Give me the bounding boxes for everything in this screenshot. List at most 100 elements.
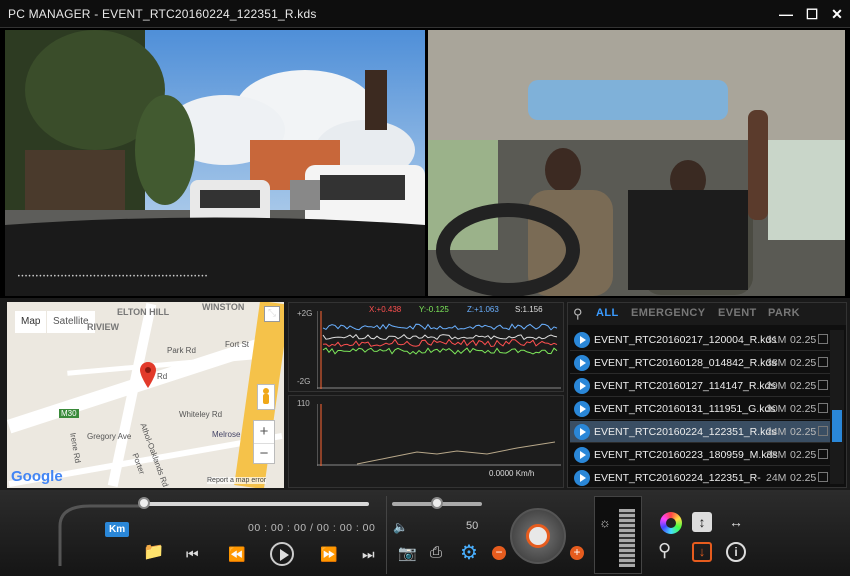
playback-slider-knob[interactable] <box>138 497 150 509</box>
skip-back-icon[interactable]: ⏮ <box>186 546 199 563</box>
minimize-icon[interactable]: — <box>777 5 795 23</box>
brightness-icon: ☼ <box>599 515 611 530</box>
file-row[interactable]: EVENT_RTC20160127_114147_R.kds 29M 02.25 <box>570 375 830 397</box>
file-checkbox[interactable] <box>818 357 828 367</box>
magnify-icon[interactable]: ⚲ <box>658 540 671 561</box>
map-label-riview: RIVIEW <box>87 322 120 332</box>
settings-gear-icon[interactable]: ⚙ <box>460 540 478 565</box>
cabin-camera-view[interactable] <box>428 30 845 296</box>
file-size: 24M <box>766 426 787 438</box>
report-map-error-link[interactable]: Report a map error <box>207 477 267 484</box>
map-label-winston: WINSTON <box>202 302 245 312</box>
map-label-park-rd: Park Rd <box>167 346 196 355</box>
file-row[interactable]: EVENT_RTC20160131_111951_G.kds 30M 02.25 <box>570 398 830 420</box>
file-row[interactable]: EVENT_RTC20160224_122351_R- 24M 02.25 <box>570 467 830 487</box>
file-row[interactable]: EVENT_RTC20160128_014842_R.kds 38M 02.25 <box>570 352 830 374</box>
file-size: 30M <box>766 403 787 415</box>
file-size: 38M <box>766 449 787 461</box>
tab-park[interactable]: PARK <box>768 307 800 319</box>
svg-text:••••••••••••••••••••••••••••••: ••••••••••••••••••••••••••••••••••••••••… <box>17 273 208 280</box>
brightness-panel: ☼ <box>594 496 642 574</box>
map-label-melrose: Melrose <box>212 430 241 439</box>
file-row[interactable]: EVENT_RTC20160224_122351_R.kds 24M 02.25 <box>570 421 830 443</box>
play-file-icon[interactable] <box>574 447 590 463</box>
file-checkbox[interactable] <box>818 472 828 482</box>
open-folder-icon[interactable]: 📁 <box>143 542 164 562</box>
play-file-icon[interactable] <box>574 401 590 417</box>
tab-emergency[interactable]: EMERGENCY <box>631 307 706 319</box>
map-label-rd: Rd <box>157 372 168 381</box>
map-zoom-in-button[interactable]: + <box>254 421 274 443</box>
maximize-icon[interactable]: ☐ <box>803 5 821 23</box>
zoom-in-dial-icon[interactable]: + <box>570 546 584 560</box>
file-name: EVENT_RTC20160224_122351_R.kds <box>594 426 777 438</box>
map-tab-map[interactable]: Map <box>15 311 47 333</box>
expand-icon[interactable]: ⤡ <box>264 306 280 322</box>
file-date: 02.25 <box>790 334 817 346</box>
play-file-icon[interactable] <box>574 424 590 440</box>
play-button[interactable] <box>270 542 294 566</box>
file-name: EVENT_RTC20160127_114147_R.kds <box>594 380 776 392</box>
file-row[interactable]: EVENT_RTC20160223_180959_M.kds 38M 02.25 <box>570 444 830 466</box>
printer-icon[interactable]: ⎙ <box>430 544 442 561</box>
file-size: 38M <box>766 357 787 369</box>
file-date: 02.25 <box>790 426 817 438</box>
g-sensor-z-line <box>322 323 558 331</box>
brightness-slider[interactable] <box>619 509 635 567</box>
search-icon[interactable]: ⚲ <box>573 306 583 322</box>
file-name: EVENT_RTC20160223_180959_M.kds <box>594 449 778 461</box>
flip-vertical-icon[interactable]: ↕ <box>692 512 712 532</box>
unit-badge[interactable]: Km <box>105 522 130 537</box>
file-checkbox[interactable] <box>818 426 828 436</box>
jog-dial[interactable] <box>510 508 566 564</box>
file-checkbox[interactable] <box>818 380 828 390</box>
volume-slider-knob[interactable] <box>431 497 443 509</box>
street-view-icon[interactable] <box>257 384 275 410</box>
front-camera-view[interactable]: ••••••••••••••••••••••••••••••••••••••••… <box>5 30 425 296</box>
speed-line <box>356 441 556 465</box>
close-icon[interactable]: ✕ <box>828 5 846 23</box>
file-name: EVENT_RTC20160217_120004_R.kds <box>594 334 777 346</box>
g-sensor-y-line <box>322 347 558 355</box>
fast-forward-icon[interactable]: ⏩ <box>320 546 337 563</box>
map-label-fort-st: Fort St <box>225 340 250 349</box>
file-checkbox[interactable] <box>818 334 828 344</box>
file-checkbox[interactable] <box>818 449 828 459</box>
speed-top-tick: 110 <box>297 399 310 408</box>
file-row[interactable]: EVENT_RTC20160217_120004_R.kds 31M 02.25 <box>570 329 830 351</box>
volume-icon[interactable]: 🔈 <box>393 520 408 534</box>
g-sensor-s-line <box>322 333 558 341</box>
tab-all[interactable]: ALL <box>596 307 619 319</box>
rewind-icon[interactable]: ⏪ <box>228 546 245 563</box>
scrollbar-thumb[interactable] <box>832 410 842 442</box>
play-file-icon[interactable] <box>574 378 590 394</box>
map-zoom-out-button[interactable]: − <box>254 443 274 465</box>
map-label-whiteley-rd: Whiteley Rd <box>179 410 223 419</box>
play-file-icon[interactable] <box>574 470 590 486</box>
g-sensor-plot <box>317 311 561 389</box>
map-label-m30: M30 <box>59 409 79 418</box>
volume-slider[interactable] <box>392 497 482 509</box>
file-list-scrollbar[interactable] <box>830 330 844 484</box>
play-file-icon[interactable] <box>574 355 590 371</box>
file-list-panel: ⚲ ALL EMERGENCY EVENT PARK EVENT_RTC2016… <box>567 302 847 488</box>
file-date: 02.25 <box>790 380 817 392</box>
playback-time: 00 : 00 : 00 / 00 : 00 : 00 <box>248 522 376 534</box>
map-panel[interactable]: Map Satellite ⤡ ELTON HILL WINSTON RIVIE… <box>7 302 284 488</box>
download-icon[interactable]: ↓ <box>692 542 712 562</box>
map-label-gregory-ave: Gregory Ave <box>87 432 132 441</box>
zoom-out-dial-icon[interactable]: − <box>492 546 506 560</box>
file-name: EVENT_RTC20160131_111951_G.kds <box>594 403 776 415</box>
speed-readout: 0.0000 Km/h <box>489 469 535 478</box>
playback-slider[interactable] <box>138 497 369 509</box>
tab-event[interactable]: EVENT <box>718 307 757 319</box>
file-checkbox[interactable] <box>818 403 828 413</box>
info-icon[interactable]: i <box>726 542 746 562</box>
play-file-icon[interactable] <box>574 332 590 348</box>
file-date: 02.25 <box>790 357 817 369</box>
flip-horizontal-icon[interactable]: ↔ <box>726 512 746 532</box>
camera-icon[interactable]: 📷 <box>398 544 417 562</box>
g-sensor-graph: X:+0.438 Y:-0.125 Z:+1.063 S:1.156 +2G -… <box>288 302 564 392</box>
map-label-irene-rd: Irene Rd <box>68 432 83 464</box>
skip-forward-icon[interactable]: ⏭ <box>362 546 375 563</box>
